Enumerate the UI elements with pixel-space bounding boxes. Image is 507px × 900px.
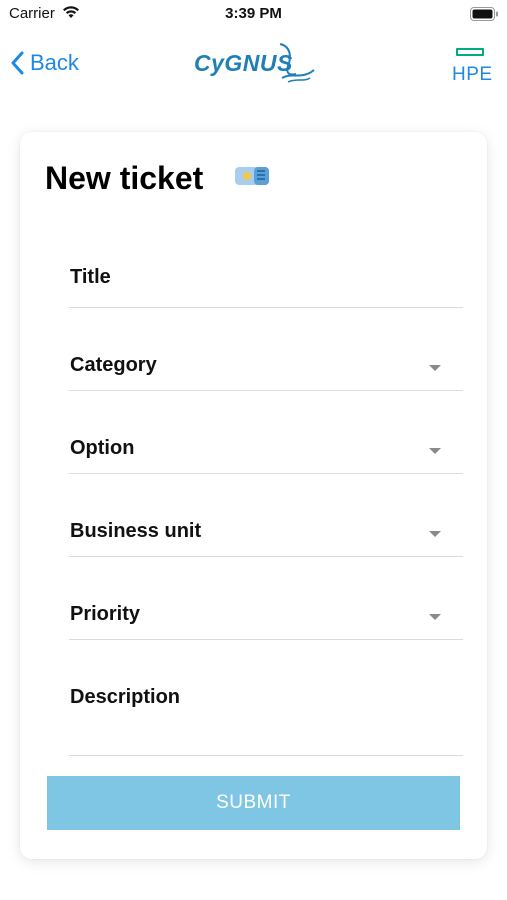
back-button[interactable]: Back (10, 50, 79, 76)
hpe-logo: HPE (450, 46, 494, 88)
battery-icon (470, 7, 499, 26)
description-label: Description (70, 686, 181, 708)
chevron-down-icon (429, 365, 441, 371)
category-label: Category (70, 354, 157, 376)
chevron-down-icon (429, 614, 441, 620)
option-dropdown[interactable]: Option (69, 425, 463, 474)
title-field[interactable]: Title (69, 252, 463, 308)
ticket-icon (234, 162, 270, 195)
category-dropdown[interactable]: Category (69, 342, 463, 391)
description-field[interactable]: Description (69, 674, 463, 756)
business-unit-dropdown[interactable]: Business unit (69, 508, 463, 557)
chevron-left-icon (11, 51, 24, 75)
new-ticket-card: New ticket Title Category Option Busines… (20, 132, 487, 859)
page-title: New ticket (45, 160, 204, 196)
swan-icon (279, 43, 315, 83)
status-bar: Carrier 3:39 PM (0, 0, 507, 28)
cygnus-logo: CyGNUS (192, 38, 320, 86)
status-time: 3:39 PM (225, 5, 282, 22)
navigation-bar: Back CyGNUS HPE (0, 36, 507, 96)
option-label: Option (70, 437, 135, 459)
hpe-label: HPE (452, 64, 493, 85)
priority-label: Priority (70, 603, 141, 625)
business-unit-label: Business unit (70, 520, 202, 542)
hpe-mark-icon (456, 48, 484, 56)
chevron-down-icon (429, 448, 441, 454)
submit-button[interactable]: SUBMIT (47, 776, 460, 830)
title-label: Title (70, 266, 111, 288)
back-label: Back (30, 50, 79, 75)
chevron-down-icon (429, 531, 441, 537)
priority-dropdown[interactable]: Priority (69, 591, 463, 640)
